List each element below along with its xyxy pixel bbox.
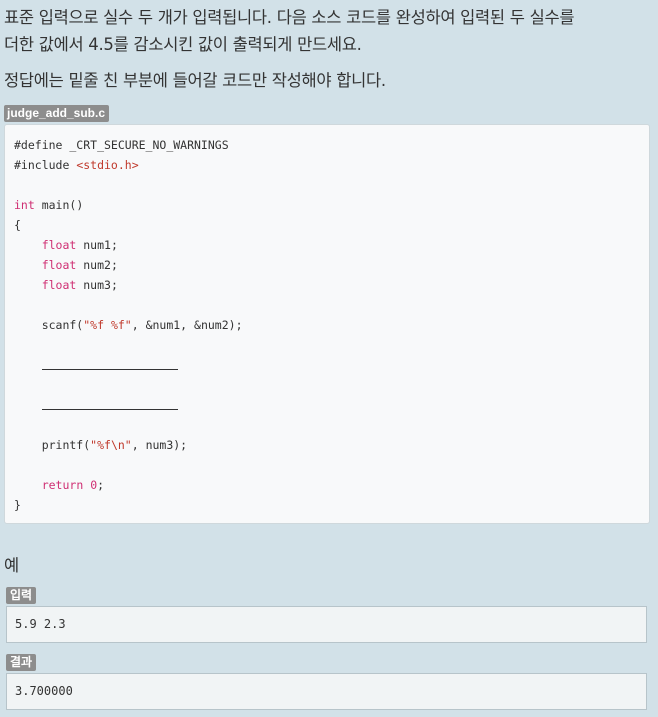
code-token: ; [97, 478, 105, 492]
code-line: #define _CRT_SECURE_NO_WARNINGS [14, 135, 243, 155]
code-token: num3; [76, 278, 118, 292]
code-token: #include [14, 158, 77, 172]
code-token: } [14, 498, 21, 512]
code-filename-badge: judge_add_sub.c [4, 105, 110, 122]
code-token: float [41, 258, 77, 272]
code-token: , num3); [131, 438, 188, 452]
code-line: { [14, 215, 243, 235]
code-line: float num3; [14, 275, 243, 295]
code-token: scanf( [14, 318, 84, 332]
output-label-badge: 결과 [6, 654, 37, 671]
code-line: return 0; [14, 475, 243, 495]
code-line: float num1; [14, 235, 243, 255]
description-line-2: 더한 값에서 4.5를 감소시킨 값이 출력되게 만드세요. [4, 35, 362, 54]
code-line [14, 395, 243, 415]
code-token: <stdio.h> [76, 158, 139, 172]
problem-instruction: 정답에는 밑줄 친 부분에 들어갈 코드만 작성해야 합니다. [4, 71, 386, 90]
code-token: { [14, 218, 21, 232]
code-token: #define _CRT_SECURE_NO_WARNINGS [14, 138, 229, 152]
code-line: #include <stdio.h> [14, 155, 243, 175]
code-token: "%f\n" [90, 438, 132, 452]
code-token: float [41, 238, 77, 252]
answer-blank [41, 355, 178, 370]
example-heading: 예 [4, 556, 20, 575]
input-label-badge: 입력 [6, 587, 37, 604]
code-block: #define _CRT_SECURE_NO_WARNINGS #include … [4, 124, 650, 524]
example-output-box: 3.700000 [6, 673, 647, 710]
code-line: } [14, 495, 243, 515]
source-code: #define _CRT_SECURE_NO_WARNINGS #include … [14, 135, 243, 515]
code-line: printf("%f\n", num3); [14, 435, 243, 455]
code-line: float num2; [14, 255, 243, 275]
answer-blank [41, 395, 178, 410]
code-token: printf( [14, 438, 91, 452]
code-token: int [14, 198, 35, 212]
code-line: scanf("%f %f", &num1, &num2); [14, 315, 243, 335]
problem-description: 표준 입력으로 실수 두 개가 입력됩니다. 다음 소스 코드를 완성하여 입력… [4, 4, 654, 58]
code-token: main() [34, 198, 84, 212]
code-token: num2; [76, 258, 118, 272]
example-input-box: 5.9 2.3 [6, 606, 647, 643]
code-token: , &num1, &num2); [131, 318, 243, 332]
code-token: "%f %f" [83, 318, 132, 332]
code-token: float [41, 278, 77, 292]
code-token: num1; [76, 238, 118, 252]
description-line-1: 표준 입력으로 실수 두 개가 입력됩니다. 다음 소스 코드를 완성하여 입력… [4, 8, 575, 27]
code-line: int main() [14, 195, 243, 215]
code-token: return [41, 478, 84, 492]
code-line [14, 355, 243, 375]
